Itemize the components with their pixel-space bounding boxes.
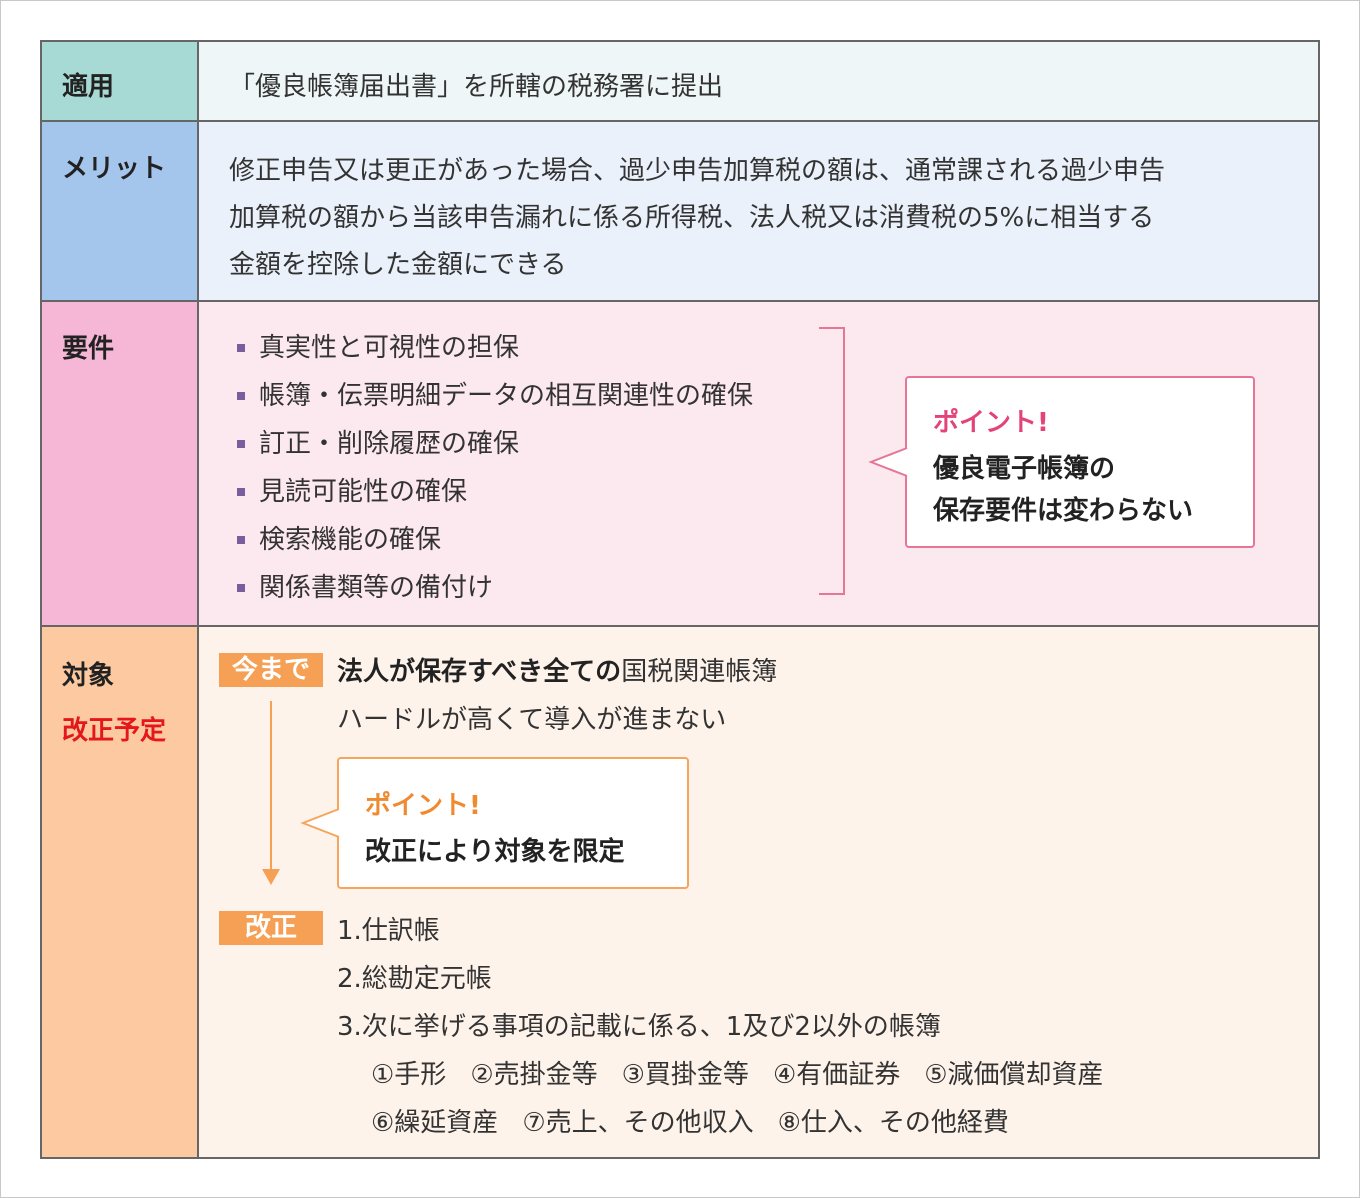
- sub-item-line: ①手形 ②売掛金等 ③買掛金等 ④有価証券 ⑤減価償却資産: [371, 1060, 1104, 1090]
- content-target: 今まで 法人が保存すべき全ての国税関連帳簿 ハードルが高くて導入が進まない ポイ…: [199, 627, 1318, 1157]
- point-callout-requirements: ポイント! 優良電子帳簿の 保存要件は変わらない: [868, 376, 1255, 548]
- square-bullet-icon: [237, 584, 245, 592]
- merit-line: 修正申告又は更正があった場合、過少申告加算税の額は、通常課される過少申告: [229, 156, 1166, 186]
- merit-line: 加算税の額から当該申告漏れに係る所得税、法人税又は消費税の5%に相当する: [229, 203, 1155, 233]
- label-target: 対象 改正予定: [42, 627, 199, 1157]
- apply-text: 「優良帳簿届出書」を所轄の税務署に提出: [229, 72, 724, 102]
- list-item: 検索機能の確保: [237, 516, 753, 564]
- row-apply: 適用 「優良帳簿届出書」を所轄の税務署に提出: [42, 42, 1318, 122]
- point-body: 改正により対象を限定: [365, 837, 625, 867]
- list-item: 関係書類等の備付け: [237, 564, 753, 612]
- point-title: ポイント!: [365, 791, 481, 821]
- bracket-divider: [819, 327, 845, 595]
- after-list: 1.仕訳帳 2.総勘定元帳 3.次に挙げる事項の記載に係る、1及び2以外の帳簿 …: [337, 907, 1128, 1147]
- info-table: 適用 「優良帳簿届出書」を所轄の税務署に提出 メリット 修正申告又は更正があった…: [40, 40, 1320, 1159]
- label-target-sub: 改正予定: [62, 716, 167, 746]
- before-text: 法人が保存すべき全ての国税関連帳簿: [337, 657, 778, 687]
- point-body: 優良電子帳簿の 保存要件は変わらない: [933, 454, 1194, 526]
- point-callout-target: ポイント! 改正により対象を限定: [300, 757, 689, 889]
- sub-item-line: ⑥繰延資産 ⑦売上、その他収入 ⑧仕入、その他経費: [371, 1108, 1009, 1138]
- square-bullet-icon: [237, 392, 245, 400]
- list-item: 3.次に挙げる事項の記載に係る、1及び2以外の帳簿: [337, 1012, 941, 1042]
- row-requirements: 要件 真実性と可視性の担保 帳簿・伝票明細データの相互関連性の確保 訂正・削除履…: [42, 302, 1318, 627]
- row-target: 対象 改正予定 今まで 法人が保存すべき全ての国税関連帳簿 ハードルが高くて導入…: [42, 627, 1318, 1157]
- requirements-list: 真実性と可視性の担保 帳簿・伝票明細データの相互関連性の確保 訂正・削除履歴の確…: [237, 324, 753, 612]
- label-requirements: 要件: [42, 302, 199, 625]
- label-target-main: 対象: [62, 661, 115, 691]
- label-merit: メリット: [42, 122, 199, 300]
- list-item: 帳簿・伝票明細データの相互関連性の確保: [237, 372, 753, 420]
- square-bullet-icon: [237, 488, 245, 496]
- down-arrow-icon: [262, 869, 280, 885]
- content-apply: 「優良帳簿届出書」を所轄の税務署に提出: [199, 42, 1318, 120]
- row-merit: メリット 修正申告又は更正があった場合、過少申告加算税の額は、通常課される過少申…: [42, 122, 1318, 302]
- list-item: 訂正・削除履歴の確保: [237, 420, 753, 468]
- down-arrow-line: [270, 701, 272, 869]
- callout-tail-icon: [868, 447, 908, 477]
- square-bullet-icon: [237, 536, 245, 544]
- content-requirements: 真実性と可視性の担保 帳簿・伝票明細データの相互関連性の確保 訂正・削除履歴の確…: [199, 302, 1318, 625]
- before-note: ハードルが高くて導入が進まない: [337, 705, 727, 735]
- callout-tail-icon: [300, 808, 340, 838]
- list-item: 1.仕訳帳: [337, 916, 440, 946]
- tag-before: 今まで: [219, 653, 323, 687]
- list-item: 真実性と可視性の担保: [237, 324, 753, 372]
- square-bullet-icon: [237, 344, 245, 352]
- point-title: ポイント!: [933, 408, 1049, 438]
- list-item: 見読可能性の確保: [237, 468, 753, 516]
- square-bullet-icon: [237, 440, 245, 448]
- label-apply: 適用: [42, 42, 199, 120]
- content-merit: 修正申告又は更正があった場合、過少申告加算税の額は、通常課される過少申告 加算税…: [199, 122, 1318, 300]
- tag-after: 改正: [219, 911, 323, 945]
- list-item: 2.総勘定元帳: [337, 964, 492, 994]
- merit-line: 金額を控除した金額にできる: [229, 250, 567, 280]
